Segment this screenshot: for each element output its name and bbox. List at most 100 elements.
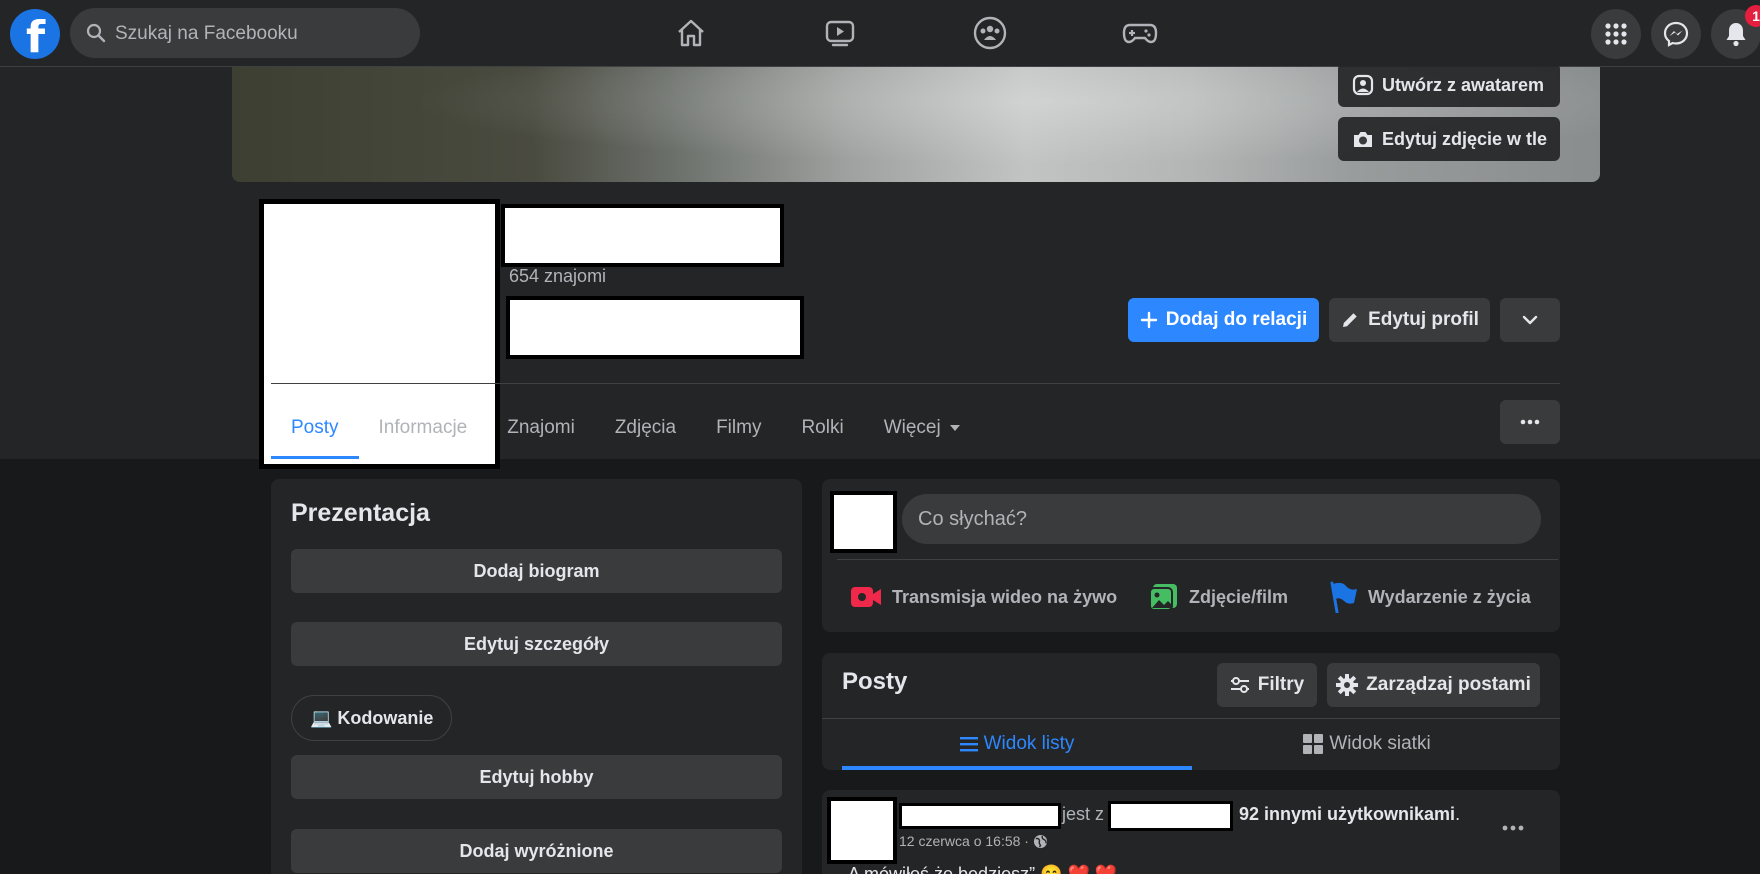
gaming-icon <box>1122 23 1158 44</box>
post-tagged-friend-redacted[interactable] <box>1108 801 1233 831</box>
tab-about[interactable]: Informacje <box>359 397 488 459</box>
post-others-text: 92 innymi użytkownikami <box>1239 804 1456 824</box>
search-placeholder: Szukaj na Facebooku <box>115 23 298 44</box>
photo-icon <box>1149 584 1177 611</box>
post-meta: 12 czerwca o 16:58 · <box>899 833 1048 849</box>
post-composer: Co słychać? Transmisja wideo na żywo Zdj… <box>822 479 1560 632</box>
messenger-icon <box>1663 21 1689 47</box>
posts-header-card: Posty Filtry Zarządzaj postami Widok lis… <box>822 653 1560 770</box>
grid-view-label: Widok siatki <box>1329 733 1431 754</box>
life-event-button[interactable]: Wydarzenie z życia <box>1328 574 1531 620</box>
edit-hobbies-button[interactable]: Edytuj hobby <box>291 755 782 799</box>
grid-view-tab[interactable]: Widok siatki <box>1192 718 1542 770</box>
gear-icon <box>1336 674 1359 696</box>
create-avatar-cover-label: Utwórz z awatarem <box>1382 74 1545 95</box>
composer-divider <box>837 559 1558 560</box>
posts-title: Posty <box>842 668 908 695</box>
post-options-button[interactable] <box>1493 808 1533 848</box>
composer-input[interactable]: Co słychać? <box>902 494 1541 544</box>
chevron-down-icon <box>1522 315 1538 325</box>
tab-reels[interactable]: Rolki <box>781 397 863 459</box>
intro-title: Prezentacja <box>291 499 430 527</box>
menu-button[interactable] <box>1591 9 1641 59</box>
tab-more-label: Więcej <box>883 417 941 438</box>
ellipsis-icon <box>1520 419 1540 425</box>
messenger-button[interactable] <box>1651 9 1701 59</box>
edit-details-button[interactable]: Edytuj szczegóły <box>291 622 782 666</box>
globe-icon <box>1033 834 1048 848</box>
photo-video-label: Zdjęcie/film <box>1189 586 1289 607</box>
bell-icon <box>1726 23 1746 47</box>
post-others-dot: . <box>1455 804 1461 824</box>
grid-icon <box>1303 734 1324 754</box>
post-body: „A mówiłeś że będziesz” 😊 ❤️ ❤️ <box>842 864 1118 874</box>
nav-gaming[interactable] <box>1065 0 1215 66</box>
post-others-link[interactable]: 92 innymi użytkownikami. <box>1239 804 1460 825</box>
edit-cover-photo-label: Edytuj zdjęcie w tle <box>1382 128 1548 149</box>
nav-groups[interactable] <box>915 0 1065 66</box>
camera-icon <box>1354 132 1372 147</box>
friends-count[interactable]: 654 znajomi <box>509 266 606 287</box>
edit-profile-button[interactable]: Edytuj profil <box>1329 298 1490 342</box>
edit-cover-photo-button[interactable]: Edytuj zdjęcie w tle <box>1338 117 1560 161</box>
life-event-label: Wydarzenie z życia <box>1368 586 1531 607</box>
tab-videos[interactable]: Filmy <box>696 397 781 459</box>
caret-down-icon <box>949 425 960 431</box>
profile-name-redacted <box>501 204 784 267</box>
intro-card: Prezentacja Dodaj biogram Edytuj szczegó… <box>271 479 802 874</box>
profile-more-dropdown-button[interactable] <box>1500 298 1560 342</box>
live-video-button[interactable]: Transmisja wideo na żywo <box>850 574 1117 620</box>
photo-video-button[interactable]: Zdjęcie/film <box>1149 574 1288 620</box>
list-icon <box>959 737 978 752</box>
nav-watch[interactable] <box>765 0 915 66</box>
live-video-label: Transmisja wideo na żywo <box>892 586 1118 607</box>
menu-grid-icon <box>1605 23 1627 45</box>
edit-profile-label: Edytuj profil <box>1368 309 1479 330</box>
tabs-more-options-button[interactable] <box>1500 400 1560 444</box>
add-bio-button[interactable]: Dodaj biogram <box>291 549 782 593</box>
avatar-icon <box>1352 74 1374 96</box>
composer-avatar-redacted <box>830 491 897 553</box>
nav-home[interactable] <box>616 0 766 66</box>
plus-icon <box>1140 311 1157 329</box>
list-view-tab[interactable]: Widok listy <box>842 718 1192 770</box>
post-with-text: jest z <box>1062 804 1105 824</box>
post-card: jest z 92 innymi użytkownikami. 12 czerw… <box>822 790 1560 874</box>
search-icon <box>86 23 106 43</box>
profile-header: Utwórz z awatarem Edytuj zdjęcie w tle 6… <box>0 63 1760 469</box>
top-navbar: f Szukaj na Facebooku 1 <box>0 0 1760 67</box>
ellipsis-icon <box>1502 825 1524 831</box>
post-author-avatar-redacted[interactable] <box>827 797 897 864</box>
post-author-name-redacted[interactable] <box>899 803 1061 829</box>
flag-icon <box>1330 581 1357 613</box>
filter-sliders-icon <box>1230 677 1249 693</box>
facebook-logo[interactable]: f <box>10 9 60 63</box>
filters-label: Filtry <box>1257 674 1305 695</box>
notification-badge: 1 <box>1745 5 1760 27</box>
tab-more[interactable]: Więcej <box>864 397 981 459</box>
post-timestamp[interactable]: 12 czerwca o 16:58 · <box>899 833 1029 849</box>
friends-avatars-redacted <box>506 296 804 359</box>
live-video-icon <box>851 587 881 607</box>
notifications-button[interactable]: 1 <box>1711 5 1760 59</box>
add-featured-button[interactable]: Dodaj wyróżnione <box>291 829 782 873</box>
profile-tabs: Posty Informacje Znajomi Zdjęcia Filmy R… <box>271 397 981 459</box>
add-to-story-label: Dodaj do relacji <box>1165 309 1308 330</box>
list-view-label: Widok listy <box>983 733 1075 754</box>
hobby-chip[interactable]: 💻 Kodowanie <box>291 695 453 741</box>
add-to-story-button[interactable]: Dodaj do relacji <box>1128 298 1319 342</box>
watch-icon <box>825 20 855 47</box>
pencil-icon <box>1343 313 1357 327</box>
tab-photos[interactable]: Zdjęcia <box>595 397 696 459</box>
composer-placeholder: Co słychać? <box>918 507 1027 530</box>
manage-posts-button[interactable]: Zarządzaj postami <box>1327 663 1540 707</box>
tab-friends[interactable]: Znajomi <box>487 397 595 459</box>
create-avatar-cover-button[interactable]: Utwórz z awatarem <box>1338 63 1560 107</box>
header-divider <box>271 383 1560 384</box>
manage-posts-label: Zarządzaj postami <box>1366 674 1531 695</box>
filters-button[interactable]: Filtry <box>1217 663 1317 707</box>
facebook-logo-letter: f <box>26 12 46 63</box>
tab-posts[interactable]: Posty <box>271 397 359 459</box>
home-icon <box>678 19 704 47</box>
search-input[interactable]: Szukaj na Facebooku <box>70 8 420 58</box>
